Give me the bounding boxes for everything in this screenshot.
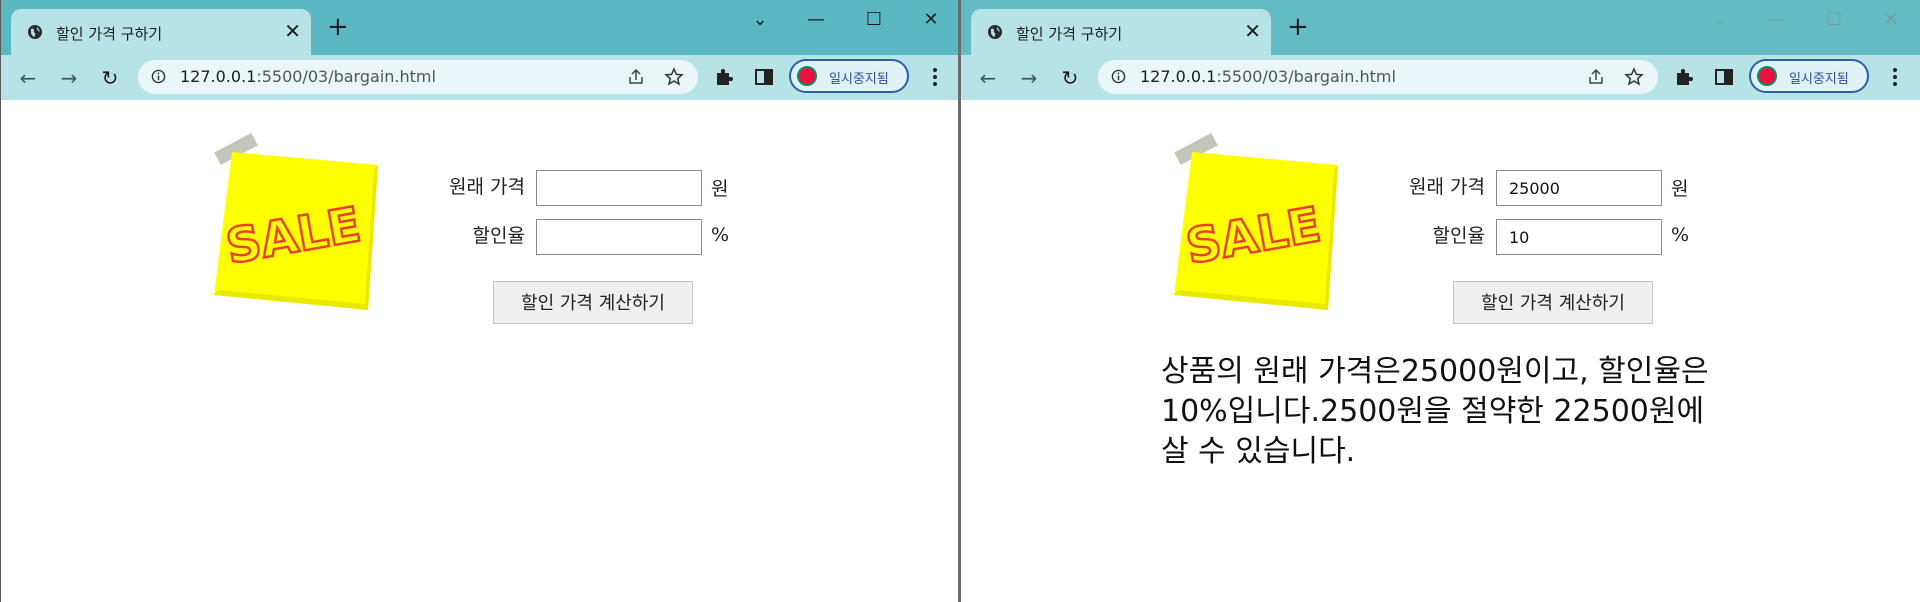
url-text: 127.0.0.1:5500/03/bargain.html: [1140, 67, 1396, 86]
calculate-button[interactable]: 할인 가격 계산하기: [493, 281, 693, 324]
avatar: [797, 66, 817, 86]
site-info-icon[interactable]: [151, 69, 166, 84]
sale-sticker-image: SALE: [1174, 132, 1338, 310]
share-icon[interactable]: [1586, 67, 1606, 87]
maximize-icon[interactable]: ☐: [1819, 8, 1849, 32]
price-label: 원래 가격: [449, 176, 525, 198]
rate-label: 할인율: [472, 225, 525, 247]
address-bar[interactable]: 127.0.0.1:5500/03/bargain.html: [1098, 60, 1658, 94]
url-host: 127.0.0.1: [180, 67, 257, 86]
rate-input[interactable]: [1496, 219, 1662, 255]
maximize-icon[interactable]: ☐: [859, 8, 889, 32]
new-tab-button[interactable]: +: [327, 14, 349, 40]
globe-icon: [28, 25, 42, 39]
globe-icon: [988, 25, 1002, 39]
side-panel-icon[interactable]: [1713, 66, 1735, 88]
price-unit: 원: [1671, 178, 1689, 200]
tab-close-icon[interactable]: ✕: [1244, 21, 1261, 41]
tab-title: 할인 가격 구하기: [56, 25, 163, 43]
browser-window-right: 할인 가격 구하기 ✕ + ⌄ — ☐ ✕ ← → ↻ 127.0.0.1:55…: [961, 0, 1920, 602]
sale-sticker-image: SALE: [214, 132, 378, 310]
title-bar: 할인 가격 구하기 ✕ + ⌄ — ☐ ✕: [1, 0, 958, 55]
rate-unit: %: [711, 224, 730, 246]
rate-unit: %: [1671, 224, 1690, 246]
price-unit: 원: [711, 178, 729, 200]
browser-tab[interactable]: 할인 가격 구하기 ✕: [971, 9, 1271, 55]
browser-toolbar: ← → ↻ 127.0.0.1:5500/03/bargain.html 일시중…: [1, 55, 958, 100]
side-panel-icon[interactable]: [753, 66, 775, 88]
profile-button[interactable]: 일시중지됨: [1749, 59, 1869, 93]
profile-button[interactable]: 일시중지됨: [789, 59, 909, 93]
minimize-icon[interactable]: —: [801, 8, 831, 32]
more-menu-icon[interactable]: [1890, 66, 1900, 88]
browser-window-left: 할인 가격 구하기 ✕ + ⌄ — ☐ ✕ ← → ↻ 127.0.0.1:55…: [0, 0, 958, 602]
browser-tab[interactable]: 할인 가격 구하기 ✕: [11, 9, 311, 55]
tab-search-dropdown-icon[interactable]: ⌄: [745, 8, 775, 32]
close-window-icon[interactable]: ✕: [916, 8, 946, 32]
calculate-button[interactable]: 할인 가격 계산하기: [1453, 281, 1653, 324]
back-icon[interactable]: ←: [16, 66, 40, 90]
close-window-icon[interactable]: ✕: [1876, 8, 1906, 32]
result-text: 상품의 원래 가격은25000원이고, 할인율은 10%입니다.2500원을 절…: [1161, 354, 1709, 469]
forward-icon[interactable]: →: [57, 66, 81, 90]
minimize-icon[interactable]: —: [1761, 8, 1791, 32]
site-info-icon[interactable]: [1111, 69, 1126, 84]
tab-close-icon[interactable]: ✕: [284, 21, 301, 41]
title-bar: 할인 가격 구하기 ✕ + ⌄ — ☐ ✕: [961, 0, 1920, 55]
page-content: SALE 원래 가격 원 할인율 % 할인 가격 계산하기 상품의 원래 가격은…: [961, 100, 1920, 602]
url-path: :5500/03/bargain.html: [1216, 67, 1396, 86]
extensions-puzzle-icon[interactable]: [713, 66, 735, 88]
reload-icon[interactable]: ↻: [98, 66, 122, 90]
profile-label: 일시중지됨: [829, 72, 889, 87]
rate-input[interactable]: [536, 219, 702, 255]
price-input[interactable]: [1496, 170, 1662, 206]
bookmark-star-icon[interactable]: [1624, 67, 1644, 87]
tab-search-dropdown-icon[interactable]: ⌄: [1705, 8, 1735, 32]
price-input[interactable]: [536, 170, 702, 206]
extensions-puzzle-icon[interactable]: [1673, 66, 1695, 88]
browser-toolbar: ← → ↻ 127.0.0.1:5500/03/bargain.html 일시중…: [961, 55, 1920, 100]
bookmark-star-icon[interactable]: [664, 67, 684, 87]
address-bar[interactable]: 127.0.0.1:5500/03/bargain.html: [138, 60, 698, 94]
profile-label: 일시중지됨: [1789, 72, 1849, 87]
page-content: SALE 원래 가격 원 할인율 % 할인 가격 계산하기: [1, 100, 958, 602]
url-text: 127.0.0.1:5500/03/bargain.html: [180, 67, 436, 86]
url-host: 127.0.0.1: [1140, 67, 1217, 86]
rate-label: 할인율: [1432, 225, 1485, 247]
new-tab-button[interactable]: +: [1287, 14, 1309, 40]
forward-icon[interactable]: →: [1017, 66, 1041, 90]
share-icon[interactable]: [626, 67, 646, 87]
more-menu-icon[interactable]: [930, 66, 940, 88]
avatar: [1757, 66, 1777, 86]
tab-title: 할인 가격 구하기: [1016, 25, 1123, 43]
back-icon[interactable]: ←: [976, 66, 1000, 90]
price-label: 원래 가격: [1409, 176, 1485, 198]
reload-icon[interactable]: ↻: [1058, 66, 1082, 90]
url-path: :5500/03/bargain.html: [256, 67, 436, 86]
